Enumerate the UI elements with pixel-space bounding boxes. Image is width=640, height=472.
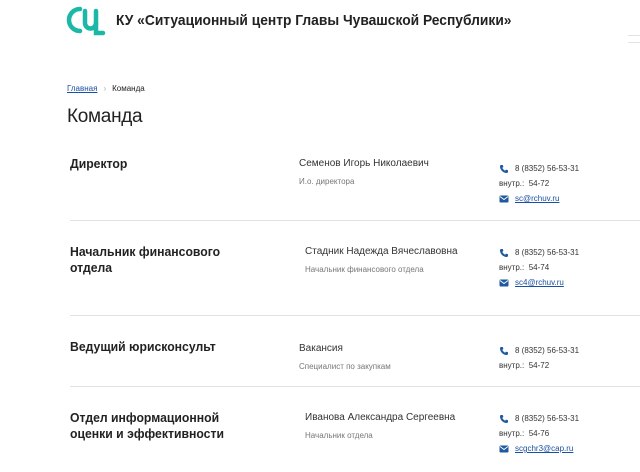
email-link[interactable]: scgchr3@cap.ru [515,444,573,453]
person-position: Начальник финансового отдела [305,265,424,274]
contact-block: 8 (8352) 56-53-31 внутр.: 54-72 sc@rchuv… [499,161,579,206]
situation-center-logo[interactable] [66,5,106,37]
envelope-icon [499,195,509,202]
breadcrumb-current: Команда [112,84,145,93]
person-block: Иванова Александра Сергеевна Начальник о… [305,412,455,440]
phone-number: 8 (8352) 56-53-31 [515,414,580,423]
contact-block: 8 (8352) 56-53-31 внутр.: 54-76 scgchr3@… [499,411,579,456]
person-name: Стадник Надежда Вячеславовна [305,246,458,257]
phone-icon [500,248,508,257]
header-edge-line [628,42,640,43]
ext-label: внутр.: [499,179,525,188]
email-link[interactable]: sc4@rchuv.ru [515,278,564,287]
department-title: Ведущий юрисконсульт [70,339,216,354]
person-name: Семенов Игорь Николаевич [299,158,429,169]
person-name: Вакансия [299,343,343,354]
phone-icon [500,346,508,355]
ext-label: внутр.: [499,429,525,438]
person-position: И.о. директора [299,177,355,186]
row-divider [70,386,640,387]
ext-number: 54-72 [528,361,550,370]
ext-label: внутр.: [499,263,525,272]
department-title: Начальник финансового отдела [70,244,221,275]
breadcrumb-home-link[interactable]: Главная [67,84,97,93]
breadcrumb-separator: › [103,84,107,93]
org-title[interactable]: КУ «Ситуационный центр Главы Чувашской Р… [116,12,511,29]
contact-block: 8 (8352) 56-53-31 внутр.: 54-72 [499,343,579,373]
person-position: Специалист по закупкам [299,362,391,371]
ext-number: 54-72 [528,179,550,188]
email-link[interactable]: sc@rchuv.ru [515,194,559,203]
person-position: Начальник отдела [305,431,373,440]
person-block: Вакансия Специалист по закупкам [299,343,391,371]
team-row: Отдел информационной оценки и эффективно… [70,410,640,470]
envelope-icon [499,279,509,286]
team-row: Начальник финансового отдела Стадник Над… [70,244,640,304]
person-name: Иванова Александра Сергеевна [305,412,456,423]
breadcrumb: Главная › Команда [67,84,145,93]
phone-icon [500,164,508,173]
department-title: Директор [70,156,128,171]
department-title: Отдел информационной оценки и эффективно… [70,410,224,441]
ext-number: 54-76 [528,429,550,438]
ext-label: внутр.: [499,361,525,370]
ext-number: 54-74 [528,263,550,272]
phone-number: 8 (8352) 56-53-31 [515,346,580,355]
site-header: КУ «Ситуационный центр Главы Чувашской Р… [0,0,640,44]
contact-block: 8 (8352) 56-53-31 внутр.: 54-74 sc4@rchu… [499,245,579,290]
envelope-icon [499,445,509,452]
team-row: Ведущий юрисконсульт Вакансия Специалист… [70,339,640,389]
row-divider [70,315,640,316]
phone-number: 8 (8352) 56-53-31 [515,248,580,257]
person-block: Стадник Надежда Вячеславовна Начальник ф… [305,246,458,274]
row-divider [70,220,640,221]
header-edge-line [628,35,640,36]
phone-icon [500,414,508,423]
person-block: Семенов Игорь Николаевич И.о. директора [299,158,429,186]
team-row: Директор Семенов Игорь Николаевич И.о. д… [70,156,640,216]
phone-number: 8 (8352) 56-53-31 [515,164,580,173]
page-title: Команда [67,106,143,127]
